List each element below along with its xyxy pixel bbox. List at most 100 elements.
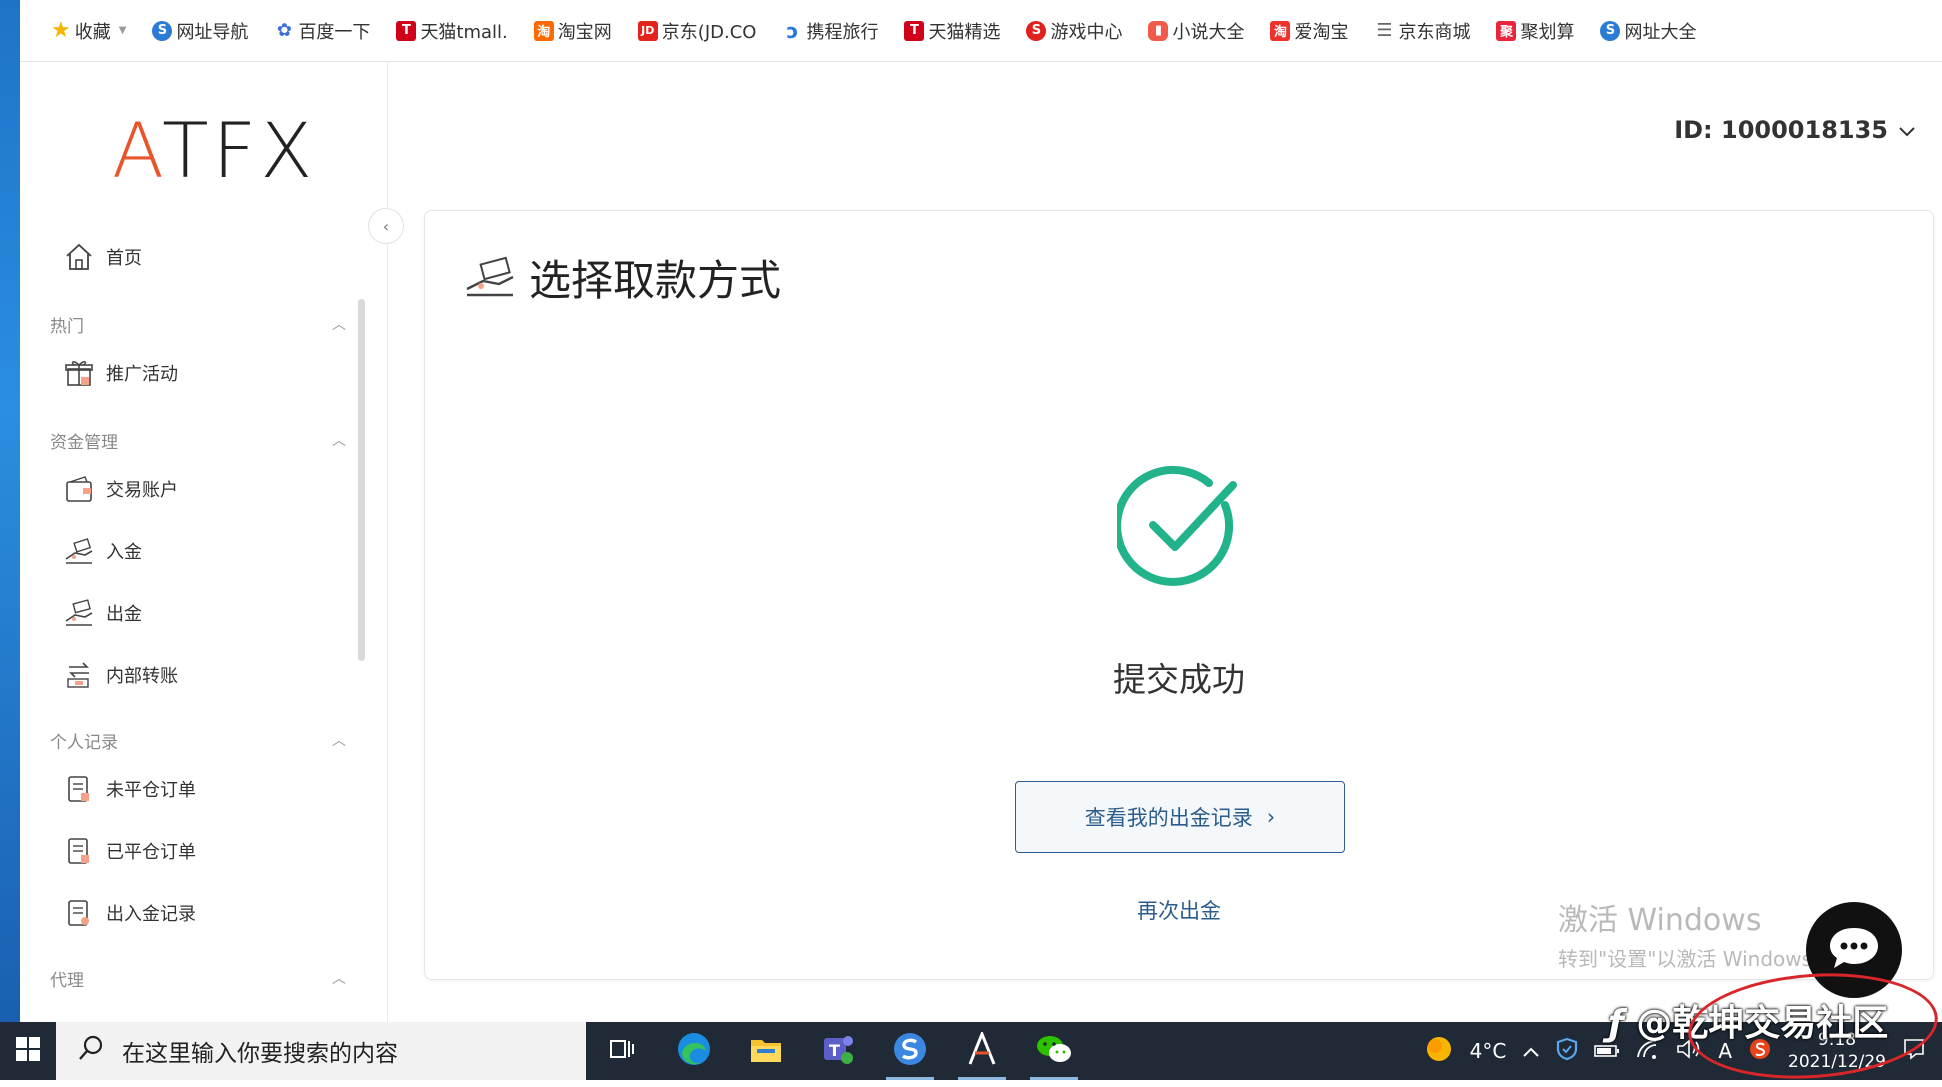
sidebar-group-records[interactable]: 个人记录 ︿ — [50, 725, 346, 755]
deposit-hand-icon — [62, 534, 96, 568]
sidebar-group-label: 资金管理 — [50, 432, 118, 453]
page-title-text: 选择取款方式 — [529, 256, 782, 305]
ctrip-icon: ↄ — [786, 18, 799, 43]
svg-text:T: T — [829, 1041, 840, 1060]
sidebar-item-label: 交易账户 — [106, 480, 178, 501]
taskbar-teams[interactable]: T — [802, 1022, 874, 1080]
sidebar-group-label: 个人记录 — [50, 732, 118, 753]
bookmark-item[interactable]: T 天猫精选 — [891, 0, 1013, 62]
sidebar-group-hot[interactable]: 热门 ︿ — [50, 309, 346, 339]
sidebar: ATFX 首页 热门 ︿ 推广活动 资金管理 ︿ 交易账户 入金 出金 内部转账… — [20, 62, 388, 1022]
atfx-logo[interactable]: ATFX — [112, 106, 316, 195]
bookmark-item[interactable]: S 网址导航 — [139, 0, 261, 62]
bookmark-favorites[interactable]: ★ 收藏 ▼ — [38, 0, 139, 62]
tmall-icon: T — [396, 20, 417, 41]
sidebar-item-label: 入金 — [106, 542, 142, 563]
sidebar-item-closed-orders[interactable]: 已平仓订单 — [62, 829, 342, 873]
bookmark-label: 百度一下 — [298, 21, 371, 43]
sidebar-scrollbar[interactable] — [356, 237, 366, 1017]
bookmark-item[interactable]: 淘淘宝网 — [521, 0, 625, 62]
bookmark-label: 小说大全 — [1172, 21, 1245, 43]
sidebar-group-label: 热门 — [50, 316, 84, 337]
bookmark-item[interactable]: 淘爱淘宝 — [1257, 0, 1361, 62]
taskbar-atfx[interactable] — [946, 1022, 1018, 1080]
activation-title: 激活 Windows — [1558, 903, 1762, 938]
chevron-up-icon[interactable] — [1522, 1039, 1540, 1063]
start-button[interactable] — [0, 1022, 56, 1080]
folder-icon — [749, 1034, 783, 1068]
sidebar-item-promo[interactable]: 推广活动 — [62, 351, 342, 395]
chevron-up-icon: ︿ — [332, 317, 346, 333]
taskbar-search-box[interactable]: 在这里输入你要搜索的内容 — [56, 1022, 586, 1080]
sidebar-item-open-orders[interactable]: 未平仓订单 — [62, 767, 342, 811]
edge-icon — [676, 1031, 712, 1071]
sidebar-item-label: 已平仓订单 — [106, 842, 196, 863]
sidebar-item-withdraw[interactable]: 出金 — [62, 591, 342, 635]
atfx-app-icon — [966, 1029, 998, 1070]
user-id-menu[interactable]: ID: 1000018135 — [1674, 116, 1916, 144]
bookmark-label: 京东商城 — [1398, 21, 1471, 43]
button-label: 查看我的出金记录 — [1084, 806, 1253, 830]
order-document-icon — [62, 834, 96, 868]
taskbar-edge[interactable] — [658, 1022, 730, 1080]
game-icon: S — [1026, 20, 1047, 41]
chevron-left-icon: ‹ — [382, 216, 390, 236]
logo-accent-letter: A — [112, 106, 163, 195]
withdraw-hand-icon — [463, 255, 517, 301]
sidebar-item-deposit[interactable]: 入金 — [62, 529, 342, 573]
bookmark-item[interactable]: ✿ 百度一下 — [261, 0, 383, 62]
sidebar-item-label: 出金 — [106, 604, 142, 625]
search-icon — [78, 1035, 104, 1067]
bookmark-item[interactable]: S 网址大全 — [1587, 0, 1709, 62]
bookmark-item[interactable]: ▮ 小说大全 — [1135, 0, 1257, 62]
sidebar-item-label: 出入金记录 — [106, 904, 196, 925]
sidebar-group-agent[interactable]: 代理 ︿ — [50, 963, 346, 993]
bookmark-item[interactable]: T 天猫tmall. — [383, 0, 520, 62]
user-id-text: ID: 1000018135 — [1674, 116, 1888, 144]
baidu-paw-icon: ✿ — [276, 20, 292, 41]
sidebar-item-home[interactable]: 首页 — [62, 235, 342, 279]
teams-icon: T — [820, 1032, 856, 1070]
wallet-icon — [62, 472, 96, 506]
task-view-button[interactable] — [586, 1022, 658, 1080]
weather-temperature[interactable]: 4°C — [1470, 1039, 1507, 1063]
home-icon — [62, 240, 96, 274]
sidebar-collapse-button[interactable]: ‹ — [368, 208, 404, 244]
chevron-up-icon: ︿ — [332, 971, 346, 987]
tmall-icon: T — [904, 20, 925, 41]
bookmark-label: 天猫精选 — [928, 21, 1001, 43]
view-withdraw-records-button[interactable]: 查看我的出金记录 › — [1015, 781, 1345, 853]
bookmark-item[interactable]: ☰ 京东商城 — [1361, 0, 1483, 62]
bookmark-label: 爱淘宝 — [1294, 21, 1349, 43]
bookmark-label: 收藏 — [74, 21, 111, 43]
bookmark-label: 网址导航 — [176, 21, 249, 43]
sogou-browser-icon — [892, 1031, 928, 1071]
bookmark-item[interactable]: JD 京东(JD.CO — [625, 0, 770, 62]
taskbar-wechat[interactable] — [1018, 1022, 1090, 1080]
browser-icon: S — [152, 20, 173, 41]
bookmark-item[interactable]: 聚聚划算 — [1483, 0, 1587, 62]
bookmark-label: 淘宝网 — [557, 21, 612, 43]
bookmark-item[interactable]: S 游戏中心 — [1013, 0, 1135, 62]
record-document-icon — [62, 896, 96, 930]
bookmark-label: 聚划算 — [1520, 21, 1575, 43]
weather-icon[interactable] — [1424, 1034, 1454, 1069]
taskbar-sogou-browser[interactable] — [874, 1022, 946, 1080]
page-title: 选择取款方式 — [463, 247, 781, 308]
taskbar-file-explorer[interactable] — [730, 1022, 802, 1080]
sidebar-group-funds[interactable]: 资金管理 ︿ — [50, 425, 346, 455]
success-check-icon — [1113, 463, 1241, 587]
sidebar-group-label: 代理 — [50, 970, 84, 991]
sidebar-item-transfer[interactable]: 内部转账 — [62, 653, 342, 697]
link-label: 再次出金 — [1137, 899, 1221, 923]
transfer-icon — [62, 658, 96, 692]
windows-activation-watermark: 激活 Windows 转到"设置"以激活 Windows。 — [1558, 895, 1832, 972]
chat-bubble-icon — [1826, 924, 1882, 976]
bookmark-item[interactable]: ↄ 携程旅行 — [769, 0, 891, 62]
sidebar-item-trading-account[interactable]: 交易账户 — [62, 467, 342, 511]
sidebar-scrollbar-thumb[interactable] — [358, 299, 365, 661]
bookmarks-bar: ★ 收藏 ▼ S 网址导航 ✿ 百度一下 T 天猫tmall. 淘淘宝网 JD 京东(J… — [20, 0, 1942, 62]
chevron-up-icon: ︿ — [332, 433, 346, 449]
security-shield-icon[interactable] — [1556, 1037, 1578, 1066]
sidebar-item-fund-records[interactable]: 出入金记录 — [62, 891, 342, 935]
